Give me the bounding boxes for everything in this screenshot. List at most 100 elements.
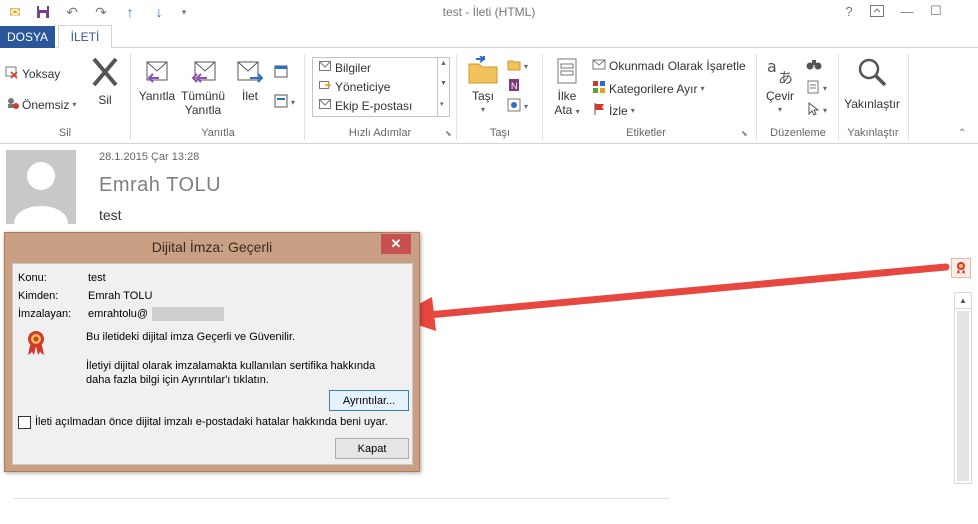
chevron-down-icon: ▾ [823,106,828,115]
categorize-button[interactable]: Kategorilere Ayır ▾ [592,80,705,97]
from-label: Kimden: [18,290,59,302]
group-separator [838,54,839,140]
zoom-button[interactable]: Yakınlaştır [842,56,902,111]
delete-button[interactable]: Sil [84,56,126,107]
assign-policy-button[interactable]: İlke Ata ▾ [548,56,586,119]
delete-icon [84,56,126,91]
details-button[interactable]: Ayrıntılar... [329,390,409,411]
move-button[interactable]: Taşı ▾ [464,55,502,117]
mark-unread-label: Okunmadı Olarak İşaretle [609,58,746,73]
quick-step-label: Yöneticiye [335,79,391,94]
onenote-icon: N [507,78,521,95]
group-label-move: Taşı [489,127,511,139]
signer-label: İmzalayan: [18,308,72,320]
onenote-button[interactable]: N [507,78,521,95]
translate-button[interactable]: aあ Çevir ▾ [762,56,798,117]
ribbon: Yoksay Önemsiz ▾ Sil Sil Yanıtla Tümünü … [0,48,978,144]
actions-button[interactable]: ▾ [507,98,528,115]
scroll-thumb[interactable] [957,311,969,481]
subject-value: test [88,272,106,284]
scroll-up-icon[interactable]: ▲ [955,293,971,309]
calendar-icon [274,64,288,81]
minimize-button[interactable]: — [896,2,918,20]
related-button[interactable]: ▾ [806,80,827,97]
chevron-down-icon: ▾ [700,84,705,93]
quick-step-item[interactable]: Yöneticiye [319,79,390,94]
signature-badge-button[interactable] [951,258,971,278]
quick-step-item[interactable]: Bilgiler [319,60,371,75]
scroll-down-icon[interactable]: ▼ [440,80,447,87]
meeting-reply-button[interactable] [274,64,288,81]
reply-all-label-1: Tümünü [180,89,226,103]
quick-step-item[interactable]: Ekip E-postası [319,98,412,113]
more-respond-button[interactable]: ▾ [274,94,295,111]
collapse-ribbon-icon[interactable]: ⌃ [958,128,966,139]
translate-icon: aあ [762,56,798,89]
annotation-arrow [394,263,950,331]
from-value: Emrah TOLU [88,290,153,302]
tab-file[interactable]: DOSYA [0,26,55,48]
quick-steps-scroll[interactable]: ▲ ▼ ▾ [437,58,449,116]
dialog-launcher-icon[interactable]: ⬊ [741,129,748,138]
chevron-down-icon: ▾ [72,100,77,109]
reply-icon [136,56,178,89]
close-button[interactable]: Kapat [335,438,409,459]
ignore-label: Yoksay [22,66,61,81]
junk-button[interactable]: Önemsiz ▾ [5,96,76,113]
sender-name[interactable]: Emrah TOLU [99,174,221,197]
chevron-down-icon: ▾ [480,105,485,114]
forward-button[interactable]: İlet [232,56,268,103]
folder-move-icon [464,55,502,89]
quick-steps-gallery[interactable]: Bilgiler Yöneticiye Ekip E-postası ▲ ▼ ▾ [312,57,450,117]
scroll-up-icon[interactable]: ▲ [440,60,447,67]
group-label-zoom: Yakınlaştır [847,127,899,139]
maximize-button[interactable]: ☐ [925,2,947,20]
dialog-close-button[interactable]: ✕ [381,234,411,254]
help-button[interactable]: ? [838,2,860,20]
dialog-launcher-icon[interactable]: ⬊ [445,129,452,138]
title-bar: ✉ ↶ ↷ ↑ ↓ ▾ test - İleti (HTML) ? — ☐ [0,0,978,24]
select-button[interactable]: ▾ [806,101,828,119]
ribbon-seal-icon [957,262,965,274]
ribbon-display-options-button[interactable] [866,2,888,20]
tab-message[interactable]: İLETİ [58,25,112,49]
quick-step-label: Bilgiler [335,60,372,75]
ribbon-tab-bar: DOSYA İLETİ [0,24,978,49]
expand-gallery-icon[interactable]: ▾ [440,100,444,108]
message-scrollbar[interactable]: ▲ [954,292,972,484]
body-divider [14,498,670,499]
to-manager-icon [319,79,332,94]
follow-up-button[interactable]: İzle ▾ [592,102,635,119]
team-email-icon [319,98,331,113]
reply-all-button[interactable]: Tümünü Yanıtla [178,56,228,117]
signature-info-line-2: daha fazla bilgi için Ayrıntılar'ı tıkla… [86,374,269,386]
window-title: test - İleti (HTML) [442,5,536,19]
translate-label: Çevir [765,89,794,103]
group-separator [542,54,543,140]
reply-button[interactable]: Yanıtla [136,56,178,103]
signature-status-text: Bu iletideki dijital imza Geçerli ve Güv… [86,331,296,343]
signature-info-line-1: İletiyi dijital olarak imzalamakta kulla… [86,360,376,372]
rules-icon [507,58,521,75]
warn-checkbox-label[interactable]: İleti açılmadan önce dijital imzalı e-po… [35,416,388,428]
rules-button[interactable]: ▾ [507,58,528,75]
quick-step-label: Ekip E-postası [335,98,413,113]
mark-unread-button[interactable]: Okunmadı Olarak İşaretle [592,57,746,74]
reply-label: Yanıtla [138,89,176,103]
subject-label: Konu: [18,272,47,284]
avatar [6,150,76,224]
group-label-quick-steps: Hızlı Adımlar [348,127,412,139]
ignore-button[interactable]: Yoksay [5,65,60,82]
dialog-body: Konu: test Kimden: Emrah TOLU İmzalayan:… [12,263,413,465]
chevron-down-icon: ▾ [524,62,529,71]
assign-policy-label-1: İlke [557,89,577,103]
redacted-email [152,307,224,321]
signer-value: emrahtolu@ [88,308,149,320]
warn-checkbox[interactable] [18,416,31,429]
find-button[interactable] [806,57,822,74]
junk-icon [5,96,19,113]
group-separator [130,54,131,140]
group-separator [908,54,909,140]
ignore-icon [5,65,19,82]
magnifier-icon [842,56,902,91]
